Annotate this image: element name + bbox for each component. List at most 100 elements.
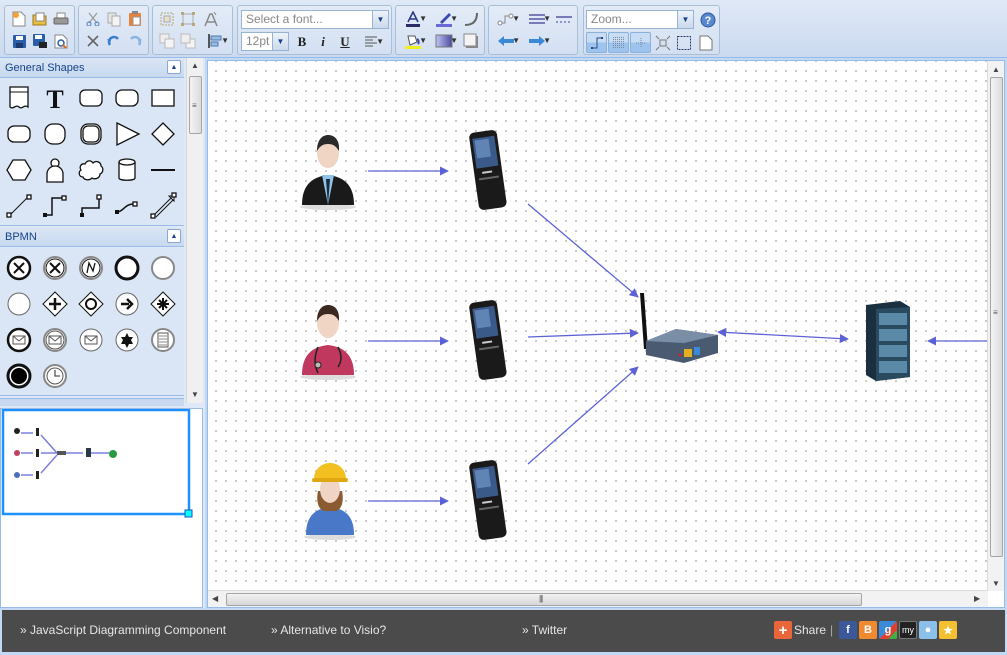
panel-header-bpmn[interactable]: BPMN ▲ (0, 227, 184, 247)
mobile-phone-node-2[interactable] (466, 299, 510, 386)
edge-router-server[interactable] (717, 327, 849, 344)
bring-forward-button[interactable] (157, 31, 177, 51)
shape-orthogonal-connector-2[interactable] (76, 191, 106, 221)
scroll-up-icon[interactable]: ▲ (191, 61, 199, 70)
collapse-icon[interactable]: ▲ (167, 229, 181, 243)
fill-color-button[interactable]: ▼ (399, 31, 427, 51)
group-button[interactable] (157, 9, 177, 29)
shape-curved-connector[interactable] (112, 191, 142, 221)
send-backward-button[interactable] (178, 31, 198, 51)
shape-cancel-intermediate[interactable] (40, 253, 70, 283)
save-as-button[interactable] (30, 31, 50, 51)
doctor-node[interactable] (296, 301, 360, 384)
canvas-vertical-scrollbar[interactable]: ▲ ≡ ▼ (987, 61, 1004, 591)
shape-orthogonal-connector[interactable] (40, 191, 70, 221)
start-arrow-button[interactable]: ▼ (492, 31, 520, 51)
edge-phone3-router[interactable] (527, 366, 639, 465)
chevron-down-icon[interactable]: ▼ (677, 11, 693, 28)
chevron-down-icon[interactable]: ▼ (272, 33, 288, 50)
shape-cancel-end[interactable] (4, 253, 34, 283)
shape-rounded-square[interactable] (4, 119, 34, 149)
shape-actor[interactable] (40, 155, 70, 185)
line-weight-button[interactable]: ▼ (523, 9, 551, 29)
save-button[interactable] (9, 31, 29, 51)
ungroup-button[interactable] (178, 9, 198, 29)
font-color-button[interactable]: ▼ (399, 9, 427, 29)
line-dash-button[interactable] (554, 9, 574, 29)
diagram-canvas[interactable] (208, 61, 988, 591)
edge-phone1-router[interactable] (527, 203, 639, 298)
orthogonal-toggle[interactable] (586, 32, 607, 53)
connector-type-button[interactable]: ▼ (492, 9, 520, 29)
shape-message-start[interactable] (76, 325, 106, 355)
shape-event-gateway-arrow[interactable] (112, 289, 142, 319)
shape-double-arrow[interactable] (148, 191, 178, 221)
edge-phone2-router[interactable] (527, 328, 639, 338)
mobile-phone-node-3[interactable] (466, 459, 510, 546)
shape-terminate-event[interactable] (4, 361, 34, 391)
sidebar-scrollbar[interactable]: ▲ ≡ ▼ (186, 58, 203, 403)
shape-message-intermediate[interactable] (40, 325, 70, 355)
shape-triangle[interactable] (112, 119, 142, 149)
fit-page-button[interactable] (653, 33, 673, 53)
chevron-down-icon[interactable]: ▼ (372, 11, 388, 28)
scroll-down-icon[interactable]: ▼ (992, 579, 1000, 588)
scroll-right-icon[interactable]: ▶ (974, 594, 980, 603)
shape-inclusive-gateway[interactable] (76, 289, 106, 319)
shape-diamond[interactable] (148, 119, 178, 149)
blogger-icon[interactable]: B (859, 621, 877, 639)
copy-button[interactable] (104, 9, 124, 29)
line-color-button[interactable]: ▼ (430, 9, 458, 29)
shape-hexagon[interactable] (4, 155, 34, 185)
panel-header-general-shapes[interactable]: General Shapes ▲ (0, 58, 184, 78)
footer-link-twitter[interactable]: » Twitter (522, 623, 567, 637)
shape-cloud[interactable] (76, 155, 106, 185)
select-all-button[interactable] (674, 33, 694, 53)
text-style-button[interactable] (201, 9, 221, 29)
cut-button[interactable] (83, 9, 103, 29)
shape-rectangle[interactable] (148, 83, 178, 113)
footer-link-alternative-to-visio[interactable]: » Alternative to Visio? (271, 623, 386, 637)
scroll-up-icon[interactable]: ▲ (992, 65, 1000, 74)
canvas-horizontal-scrollbar[interactable]: ◀ ||| ▶ (208, 590, 988, 607)
viewport-resize-handle[interactable] (184, 509, 193, 518)
scroll-left-icon[interactable]: ◀ (212, 594, 218, 603)
zoom-select[interactable]: Zoom... ▼ (586, 10, 694, 29)
wireless-router-node[interactable] (636, 289, 722, 368)
shape-rounded-rect-2[interactable] (112, 83, 142, 113)
scrollbar-thumb[interactable]: ≡ (189, 76, 202, 134)
shape-double-rounded[interactable] (76, 119, 106, 149)
text-align-dropdown[interactable]: ▼ (356, 32, 386, 52)
facebook-icon[interactable]: f (839, 621, 857, 639)
shape-line[interactable] (148, 155, 178, 185)
shape-circle-rect[interactable] (40, 119, 70, 149)
line-style-button[interactable] (461, 9, 481, 29)
shape-link-event[interactable] (76, 253, 106, 283)
gradient-button[interactable]: ▼ (430, 31, 458, 51)
print-button[interactable] (51, 9, 71, 29)
shape-straight-connector[interactable] (4, 191, 34, 221)
myspace-icon[interactable]: my (899, 621, 917, 639)
favorites-star-icon[interactable]: ★ (939, 621, 957, 639)
businessman-node[interactable] (296, 131, 360, 214)
help-button[interactable]: ? (698, 10, 718, 30)
share-plus-icon[interactable]: + (774, 621, 792, 639)
shape-document[interactable] (4, 83, 34, 113)
bold-button[interactable]: B (292, 32, 312, 52)
shape-parallel-gateway[interactable] (40, 289, 70, 319)
windows-live-icon[interactable]: ● (919, 621, 937, 639)
page-setup-button[interactable] (696, 33, 716, 53)
font-size-select[interactable]: 12pt ▼ (241, 32, 289, 51)
collapse-icon[interactable]: ▲ (167, 60, 181, 74)
shape-conditional-event[interactable] (148, 325, 178, 355)
shape-rounded-rect[interactable] (76, 83, 106, 113)
font-select[interactable]: Select a font... ▼ (241, 10, 389, 29)
mobile-phone-node-1[interactable] (466, 129, 510, 216)
google-bookmarks-icon[interactable]: g (879, 621, 897, 639)
show-grid-toggle[interactable] (608, 32, 629, 53)
shape-message-end[interactable] (4, 325, 34, 355)
shape-timer-event[interactable] (40, 361, 70, 391)
open-file-button[interactable] (30, 9, 50, 29)
scroll-down-icon[interactable]: ▼ (191, 390, 199, 399)
shape-intermediate-event[interactable] (148, 253, 178, 283)
